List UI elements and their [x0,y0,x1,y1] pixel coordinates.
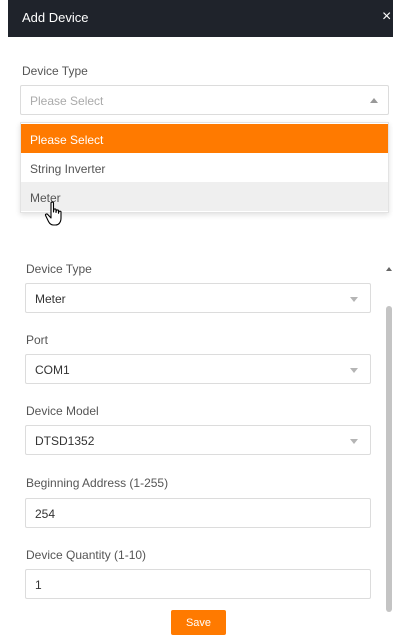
chevron-down-icon [350,368,358,373]
chevron-down-icon [350,297,358,302]
scrollbar[interactable] [385,267,393,615]
beginning-address-input[interactable]: 254 [25,498,371,528]
hand-pointer-icon [44,201,62,226]
port-value: COM1 [35,363,70,377]
beginning-address-value: 254 [35,507,56,521]
port-select[interactable]: COM1 [25,354,371,384]
device-type-select[interactable]: Please Select [20,85,389,115]
device-quantity-value: 1 [35,578,42,592]
dialog-title: Add Device [22,10,89,25]
scrollbar-thumb[interactable] [386,306,392,612]
meter-device-type-value: Meter [35,292,66,306]
port-label: Port [26,333,49,347]
scroll-up-arrow-icon[interactable] [386,267,392,271]
device-quantity-input[interactable]: 1 [25,569,371,599]
beginning-address-label: Beginning Address (1-255) [26,476,169,490]
chevron-up-icon [370,98,378,103]
save-button[interactable]: Save [171,610,226,635]
device-type-label: Device Type [22,64,88,78]
device-type-dropdown: Please Select String Inverter Meter [20,122,389,213]
device-quantity-label: Device Quantity (1-10) [26,548,147,562]
device-type-select-value: Please Select [30,94,104,108]
dropdown-option-meter[interactable]: Meter [21,182,388,211]
device-model-label: Device Model [26,404,99,418]
device-model-select[interactable]: DTSD1352 [25,425,371,455]
meter-device-type-label: Device Type [26,262,92,276]
close-icon[interactable]: × [382,9,391,25]
dialog-titlebar: Add Device × [8,0,393,37]
meter-device-type-select[interactable]: Meter [25,283,371,313]
chevron-down-icon [350,439,358,444]
device-model-value: DTSD1352 [35,434,95,448]
dropdown-option-please-select[interactable]: Please Select [21,124,388,153]
dropdown-option-string-inverter[interactable]: String Inverter [21,153,388,182]
